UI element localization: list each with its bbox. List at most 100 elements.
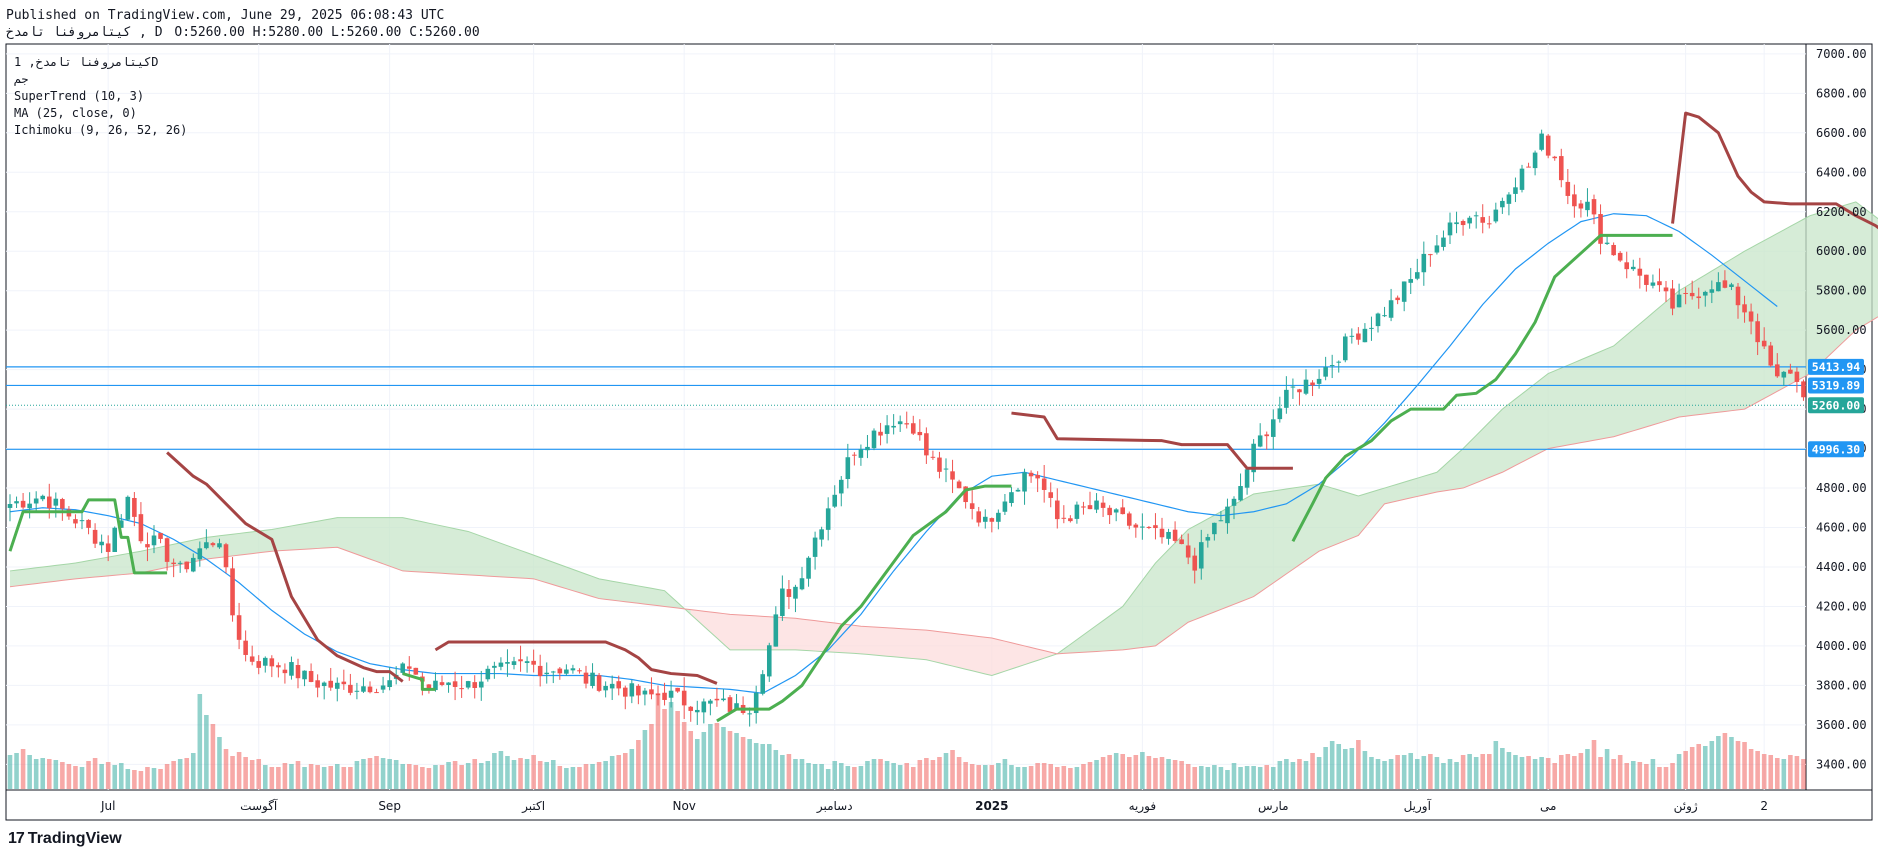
candle-body: [675, 687, 680, 692]
candle-body: [289, 662, 294, 676]
volume-bar: [217, 737, 222, 789]
volume-bar: [708, 724, 713, 789]
legend-ma[interactable]: MA (25, close, 0): [14, 105, 187, 122]
candle-body: [1028, 472, 1034, 477]
volume-bar: [1611, 759, 1616, 789]
price-tick-label: 6200.00: [1816, 205, 1867, 219]
volume-bar: [662, 709, 667, 789]
volume-bar: [1290, 762, 1296, 789]
price-tick-label: 4000.00: [1816, 639, 1867, 653]
candle-body: [1545, 135, 1551, 156]
candle-body: [636, 685, 641, 696]
candle-body: [1094, 500, 1099, 510]
candle-body: [1198, 542, 1204, 569]
candle-body: [498, 662, 504, 667]
legend-subtitle: جم: [14, 72, 29, 86]
volume-bar: [838, 763, 844, 789]
volume-bar: [66, 764, 72, 789]
candle-body: [459, 688, 464, 690]
volume-bar: [524, 759, 530, 789]
volume-bar: [1689, 747, 1695, 789]
candle-body: [976, 511, 982, 523]
candle-body: [1598, 214, 1603, 244]
candle-body: [1329, 365, 1335, 367]
time-tick-label: Nov: [672, 799, 695, 813]
volume-bar: [282, 763, 288, 789]
price-tick-label: 5600.00: [1816, 323, 1867, 337]
time-tick-label: می: [1540, 799, 1556, 813]
volume-bar: [1153, 758, 1158, 789]
volume-bar: [917, 760, 923, 789]
volume-bar: [799, 759, 805, 789]
volume-bar: [1310, 753, 1315, 789]
candle-body: [1585, 201, 1590, 211]
time-tick-label: 2025: [975, 799, 1008, 813]
volume-bar: [1768, 755, 1774, 789]
cloud-fill: [10, 517, 691, 615]
tradingview-logo[interactable]: 17 TradingView: [8, 830, 122, 848]
time-axis[interactable]: Jul آگوست Sep اکتبر Nov دسامبر 2025 فوریه مارس آو…: [100, 798, 1768, 814]
volume-bar: [1081, 764, 1086, 789]
volume-bar: [969, 764, 975, 789]
candle-body: [452, 681, 458, 687]
hline-price-tag: 5413.94: [1812, 360, 1861, 374]
volume-bar: [1683, 751, 1688, 789]
volume-bar: [321, 767, 327, 789]
candle-body: [1761, 340, 1767, 347]
volume-bar: [1578, 753, 1584, 789]
candle-body: [557, 668, 563, 674]
candle-body: [1716, 282, 1721, 292]
candle-body: [210, 543, 216, 546]
candle-body: [917, 431, 923, 436]
volume-bar: [289, 764, 294, 789]
candle-body: [1179, 539, 1184, 545]
candle-body: [1146, 526, 1152, 528]
volume-bar: [871, 759, 877, 789]
candle-body: [1323, 367, 1328, 377]
candle-body: [374, 692, 379, 694]
volume-bar: [361, 759, 366, 789]
volume-bar: [1264, 765, 1270, 789]
candle-body: [1441, 237, 1446, 247]
volume-bar: [1015, 767, 1021, 789]
candle-body: [1473, 215, 1479, 217]
candle-body: [354, 690, 360, 692]
candle-body: [99, 541, 104, 546]
brand-name: TradingView: [27, 830, 122, 847]
candle-body: [249, 656, 255, 662]
candle-body: [622, 687, 628, 697]
hline-price-tag: 5319.89: [1812, 378, 1861, 392]
volume-bar: [158, 769, 163, 789]
chart-legend: کیتامروفنا تامدخ, 1D جم SuperTrend (10, …: [14, 54, 187, 139]
candle-body: [472, 682, 478, 688]
volume-bar: [1781, 759, 1787, 789]
volume-bar: [420, 767, 425, 789]
volume-bar: [537, 761, 543, 789]
volume-bar: [727, 731, 733, 789]
candle-body: [1257, 435, 1263, 447]
candle-body: [1722, 280, 1728, 288]
candle-body: [1336, 361, 1342, 363]
time-tick-label: دسامبر: [816, 799, 853, 814]
volume-bar: [1513, 755, 1518, 789]
volume-bar: [642, 730, 648, 789]
volume-bar: [171, 761, 176, 789]
volume-bar: [465, 763, 471, 789]
price-chart[interactable]: 3400.00 3600.00 3800.00 4000.00 4200.00 4400.…: [0, 0, 1878, 858]
volume-bar: [1212, 765, 1217, 789]
volume-bar: [1441, 763, 1446, 789]
volume-bar: [904, 763, 910, 789]
volume-bar: [1434, 757, 1440, 789]
volume-bar: [27, 755, 32, 789]
volume-bar: [982, 765, 988, 789]
legend-supertrend[interactable]: SuperTrend (10, 3): [14, 88, 187, 105]
price-tick-label: 4600.00: [1816, 521, 1867, 535]
candle-body: [590, 672, 595, 686]
candle-body: [1650, 282, 1656, 286]
candle-body: [367, 686, 373, 693]
candle-body: [1572, 194, 1577, 207]
volume-bar: [655, 695, 661, 789]
legend-ichimoku[interactable]: Ichimoku (9, 26, 52, 26): [14, 122, 187, 139]
candle-body: [1068, 518, 1073, 522]
candle-body: [1264, 434, 1270, 437]
